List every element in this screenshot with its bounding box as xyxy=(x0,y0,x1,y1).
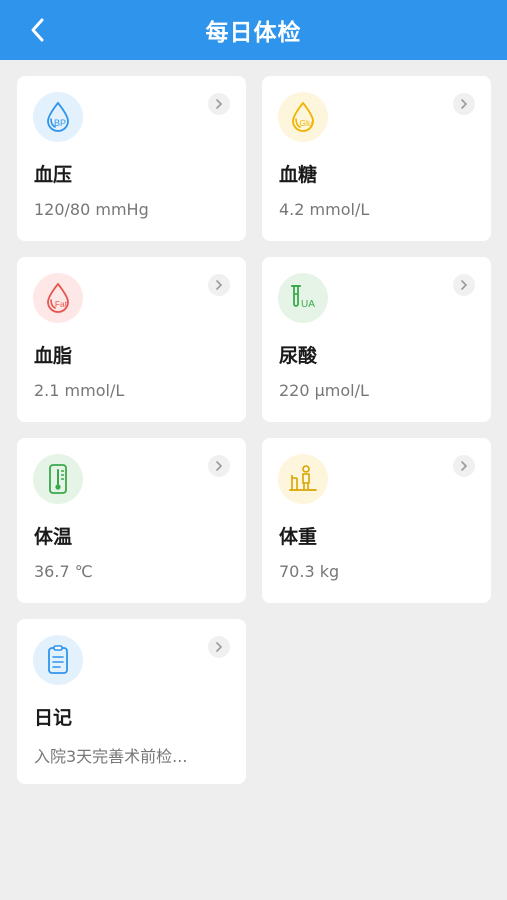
card-body-temperature[interactable]: 体温 36.7 ℃ xyxy=(17,438,246,603)
chevron-right-icon xyxy=(453,93,475,115)
icon-text: Glu xyxy=(299,118,313,128)
card-blood-pressure[interactable]: BP 血压 120/80 mmHg xyxy=(17,76,246,241)
card-value: 4.2 mmol/L xyxy=(279,200,370,219)
card-value: 120/80 mmHg xyxy=(34,200,149,219)
chevron-right-icon xyxy=(208,636,230,658)
chevron-right-icon xyxy=(453,274,475,296)
card-blood-glucose[interactable]: Glu 血糖 4.2 mmol/L xyxy=(262,76,491,241)
card-title: 体重 xyxy=(279,526,318,548)
card-uric-acid[interactable]: UA 尿酸 220 μmol/L xyxy=(262,257,491,422)
card-value: 220 μmol/L xyxy=(279,381,369,400)
card-value: 36.7 ℃ xyxy=(34,562,93,581)
card-blood-lipid[interactable]: Fat 血脂 2.1 mmol/L xyxy=(17,257,246,422)
checkup-grid: BP 血压 120/80 mmHg Glu 血糖 4.2 mmol/L Fat … xyxy=(17,76,491,784)
thermometer-icon xyxy=(33,454,83,504)
card-diary[interactable]: 日记 入院3天完善术前检... xyxy=(17,619,246,784)
icon-text: BP xyxy=(54,118,66,128)
chevron-right-icon xyxy=(208,93,230,115)
card-title: 尿酸 xyxy=(279,345,318,367)
blood-pressure-drop-icon: BP xyxy=(33,92,83,142)
diary-note-icon xyxy=(33,635,83,685)
card-title: 血压 xyxy=(34,164,73,186)
uric-acid-tube-icon: UA xyxy=(278,273,328,323)
page-title: 每日体检 xyxy=(205,20,302,46)
icon-text: UA xyxy=(301,299,315,310)
card-value: 70.3 kg xyxy=(279,562,340,581)
card-value: 2.1 mmol/L xyxy=(34,381,125,400)
card-title: 日记 xyxy=(34,707,73,729)
back-button[interactable] xyxy=(22,14,54,46)
weight-scale-icon xyxy=(278,454,328,504)
card-title: 血糖 xyxy=(279,164,318,186)
chevron-right-icon xyxy=(208,274,230,296)
app-header: 每日体检 xyxy=(0,0,507,60)
chevron-left-icon xyxy=(31,18,44,42)
card-title: 体温 xyxy=(34,526,73,548)
chevron-right-icon xyxy=(208,455,230,477)
chevron-right-icon xyxy=(453,455,475,477)
card-title: 血脂 xyxy=(34,345,73,367)
card-body-weight[interactable]: 体重 70.3 kg xyxy=(262,438,491,603)
blood-fat-drop-icon: Fat xyxy=(33,273,83,323)
icon-text: Fat xyxy=(55,299,68,309)
blood-glucose-drop-icon: Glu xyxy=(278,92,328,142)
card-value: 入院3天完善术前检... xyxy=(34,747,188,766)
